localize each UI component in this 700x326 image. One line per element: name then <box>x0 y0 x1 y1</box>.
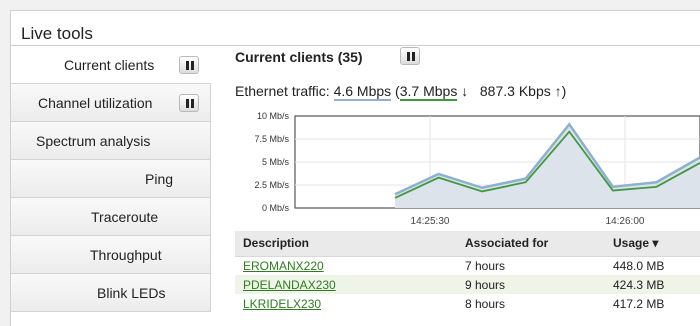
column-header-usage[interactable]: Usage ▾ <box>605 231 700 257</box>
traffic-down: 3.7 Mbps <box>399 83 458 101</box>
current-clients-heading: Current clients (35) <box>235 49 363 65</box>
table-row: LKRIDELX230 8 hours 417.2 MB <box>235 294 700 313</box>
table-header-row: Description Associated for Usage ▾ <box>235 231 700 257</box>
y-tick-label: 0 Mb/s <box>262 203 290 213</box>
sidebar-item-label: Ping <box>145 171 174 187</box>
traffic-up: 887.3 Kbps <box>479 83 551 99</box>
sidebar-item-spectrum-analysis[interactable]: Spectrum analysis <box>11 122 211 160</box>
x-axis-labels: 14:25:30 14:26:00 <box>411 216 645 227</box>
associated-cell: 7 hours <box>465 258 506 273</box>
traffic-open-paren: ( <box>391 83 400 99</box>
down-arrow-icon: ↓ <box>457 83 469 99</box>
usage-cell: 448.0 MB <box>613 258 665 273</box>
table-row: EROMANX220 7 hours 448.0 MB <box>235 256 700 275</box>
sidebar-item-label: Current clients <box>64 57 155 73</box>
sidebar-item-ping[interactable]: Ping <box>11 160 211 198</box>
client-link[interactable]: EROMANX220 <box>243 259 324 273</box>
sidebar-item-throughput[interactable]: Throughput <box>11 236 211 274</box>
traffic-chart: 10 Mb/s 7.5 Mb/s 5 Mb/s 2.5 Mb/s 0 Mb/s 14:2… <box>254 111 700 227</box>
traffic-total: 4.6 Mbps <box>333 83 392 101</box>
sidebar-item-label: Channel utilization <box>38 95 153 111</box>
traffic-prefix: Ethernet traffic: <box>235 83 334 99</box>
column-header-description[interactable]: Description <box>235 231 457 257</box>
usage-cell: 424.3 MB <box>605 275 700 294</box>
y-tick-label: 10 Mb/s <box>257 111 290 121</box>
panel-title: Live tools <box>21 24 93 43</box>
sidebar-item-channel-utilization[interactable]: Channel utilization <box>11 84 211 122</box>
column-header-associated-for[interactable]: Associated for <box>457 231 605 257</box>
associated-cell: 8 hours <box>465 296 506 311</box>
usage-cell: 417.2 MB <box>613 296 665 311</box>
pause-icon[interactable] <box>400 47 420 65</box>
ethernet-traffic-summary: Ethernet traffic: 4.6 Mbps (3.7 Mbps ↓ 8… <box>235 83 567 101</box>
sidebar-item-label: Blink LEDs <box>97 285 166 301</box>
client-link[interactable]: PDELANDAX230 <box>243 278 336 292</box>
sidebar: Current clients Channel utilization Spec… <box>11 46 211 312</box>
associated-cell: 9 hours <box>457 275 605 294</box>
sidebar-item-label: Traceroute <box>91 209 159 225</box>
sidebar-item-traceroute[interactable]: Traceroute <box>11 198 211 236</box>
pause-icon[interactable] <box>179 56 199 74</box>
y-axis-labels: 10 Mb/s 7.5 Mb/s 5 Mb/s 2.5 Mb/s 0 Mb/s <box>254 111 289 213</box>
client-link[interactable]: LKRIDELX230 <box>243 297 321 311</box>
pause-icon[interactable] <box>179 94 199 112</box>
sidebar-item-current-clients[interactable]: Current clients <box>11 46 211 84</box>
traffic-close-paren: ) <box>561 83 567 99</box>
sidebar-item-label: Throughput <box>90 247 162 263</box>
y-tick-label: 7.5 Mb/s <box>254 134 289 144</box>
sidebar-item-label: Spectrum analysis <box>36 133 151 149</box>
y-tick-label: 5 Mb/s <box>262 157 290 167</box>
page-title: Current clients (35) <box>235 49 363 65</box>
up-arrow-icon: ↑ <box>550 83 562 99</box>
y-tick-label: 2.5 Mb/s <box>254 180 289 190</box>
clients-table: Description Associated for Usage ▾ EROMA… <box>235 231 700 313</box>
x-tick-label: 14:25:30 <box>411 216 450 227</box>
table-row: PDELANDAX230 9 hours 424.3 MB <box>235 275 700 294</box>
sidebar-item-blink-leds[interactable]: Blink LEDs <box>11 274 211 312</box>
x-tick-label: 14:26:00 <box>606 216 645 227</box>
